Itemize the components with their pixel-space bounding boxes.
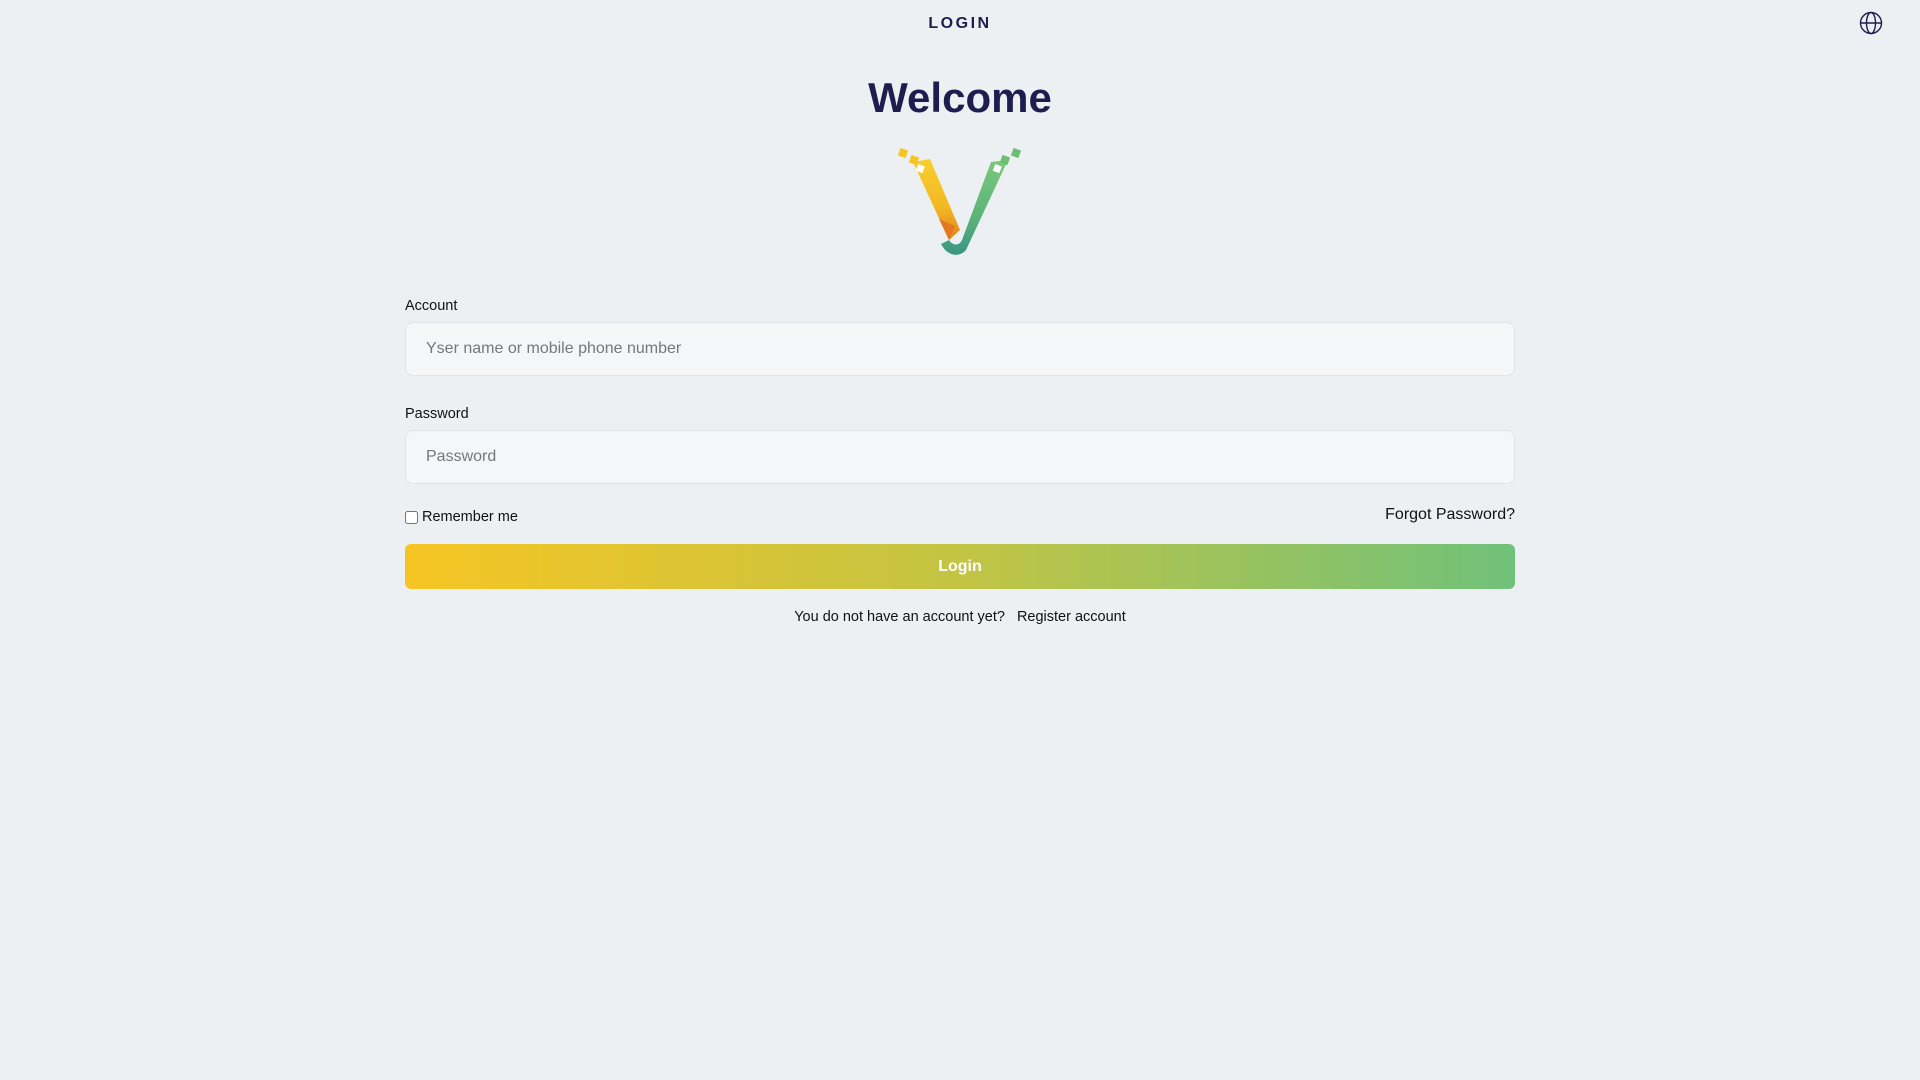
v-logo bbox=[897, 147, 1022, 255]
remember-me[interactable]: Remember me bbox=[405, 509, 518, 525]
register-prompt: You do not have an account yet? bbox=[794, 609, 1005, 625]
login-form: Account Password Remember me Forgot Pass… bbox=[405, 297, 1515, 625]
login-button[interactable]: Login bbox=[405, 544, 1515, 589]
globe-icon[interactable] bbox=[1859, 11, 1883, 35]
password-label: Password bbox=[405, 406, 469, 422]
page-title: LOGIN bbox=[928, 15, 992, 32]
forgot-password-link[interactable]: Forgot Password? bbox=[1385, 506, 1515, 524]
welcome-heading: Welcome bbox=[868, 74, 1052, 121]
remember-me-label: Remember me bbox=[422, 509, 518, 525]
password-input[interactable] bbox=[405, 430, 1515, 484]
top-bar: LOGIN bbox=[0, 0, 1920, 50]
options-row: Remember me Forgot Password? bbox=[405, 506, 1515, 528]
account-label: Account bbox=[405, 298, 458, 314]
register-row: You do not have an account yet? Register… bbox=[405, 609, 1515, 625]
account-input[interactable] bbox=[405, 322, 1515, 376]
login-page: LOGIN Welcome Account Yser name or mobil… bbox=[0, 0, 1920, 1080]
remember-me-checkbox[interactable] bbox=[405, 510, 418, 524]
register-account-link[interactable]: Register account bbox=[1017, 609, 1126, 625]
